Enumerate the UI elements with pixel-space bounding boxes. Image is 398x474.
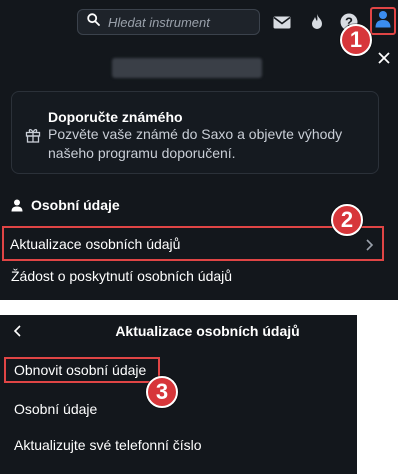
search-input[interactable]: [108, 14, 248, 30]
menu-item-label: Aktualizace osobních údajů: [10, 235, 181, 252]
user-icon: [375, 10, 391, 33]
referral-title: Doporučte známého: [48, 109, 183, 125]
mail-icon[interactable]: [271, 12, 293, 32]
search-icon: [87, 13, 100, 31]
step-badge-2: 2: [331, 204, 363, 236]
section-personal-data: Osobní údaje: [11, 197, 120, 213]
submenu-item-refresh-personal-data[interactable]: Obnovit osobní údaje: [4, 357, 160, 383]
submenu-item-label: Obnovit osobní údaje: [14, 362, 147, 378]
submenu-panel: Aktualizace osobních údajů Obnovit osobn…: [0, 315, 357, 474]
submenu-title: Aktualizace osobních údajů: [115, 323, 300, 339]
menu-item-update-personal-data[interactable]: Aktualizace osobních údajů: [2, 226, 384, 261]
person-icon: [11, 199, 23, 212]
search-box[interactable]: [77, 9, 260, 35]
referral-text: Pozvěte vaše známé do Saxo a objevte výh…: [48, 126, 343, 161]
section-title: Osobní údaje: [31, 197, 120, 213]
submenu-item-personal-data[interactable]: Osobní údaje: [14, 401, 97, 417]
chevron-right-icon: [364, 238, 374, 251]
close-icon[interactable]: [376, 50, 392, 66]
account-menu-panel: ? Doporučte známého Pozvěte vaše známé d…: [0, 0, 398, 300]
account-name-redacted: [112, 58, 262, 78]
referral-card[interactable]: Doporučte známého Pozvěte vaše známé do …: [11, 91, 379, 174]
step-badge-3: 3: [146, 376, 178, 408]
submenu-item-update-phone[interactable]: Aktualizujte své telefonní číslo: [14, 437, 202, 453]
step-badge-1: 1: [340, 24, 372, 56]
flame-icon[interactable]: [306, 12, 328, 32]
menu-item-request-personal-data[interactable]: Žádost o poskytnutí osobních údajů: [11, 268, 232, 284]
user-menu-button[interactable]: [370, 7, 396, 35]
gift-icon: [25, 127, 41, 143]
top-bar: ?: [0, 0, 398, 44]
